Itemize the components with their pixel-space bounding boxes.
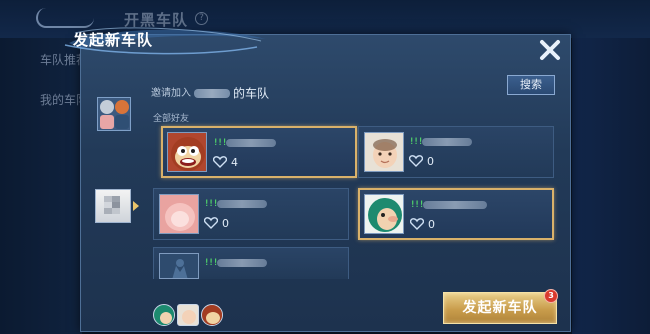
blurred-friend-name [226, 139, 276, 147]
all-friends-label: 全部好友 [153, 114, 190, 124]
monkey-cartoon-avatar [167, 132, 207, 172]
connection-signal-icon: !!! [204, 258, 218, 268]
friend-card[interactable]: !!! 0 [358, 188, 554, 240]
friend-mini-avatar [100, 115, 114, 129]
blurred-friend-name [423, 201, 487, 209]
friend-mini-avatar [115, 100, 129, 114]
intimacy-value: 4 [231, 156, 238, 169]
close-button[interactable] [537, 37, 563, 63]
intimacy-value: 0 [222, 217, 229, 230]
friend-mini-avatar [115, 115, 129, 129]
friend-card[interactable]: !!! 0 [153, 188, 349, 240]
friend-card[interactable]: !!! [153, 247, 349, 279]
connection-signal-icon: !!! [213, 138, 227, 148]
avatar[interactable] [153, 304, 175, 326]
friend-card[interactable]: !!! 4 [161, 126, 357, 178]
blurred-friend-name [217, 259, 267, 267]
new-team-dialog: 发起新车队 邀请加入 的车队 搜索 全部好友 !!! 4 !!! 0 !!! 0… [64, 27, 571, 332]
tab-friends[interactable] [97, 97, 131, 131]
team-member-avatars [153, 304, 225, 326]
invite-prefix: 邀请加入 [151, 88, 191, 99]
intimacy-value: 0 [427, 155, 434, 168]
pink-fluffy-avatar [159, 194, 199, 234]
intimacy-heart-icon [410, 218, 424, 230]
avatar[interactable] [201, 304, 223, 326]
background-sidebar [0, 38, 82, 334]
intimacy-heart-icon [204, 217, 218, 229]
friend-card[interactable]: !!! 0 [358, 126, 554, 178]
background-right-panel [572, 38, 650, 334]
pixelated-avatar-icon [104, 196, 120, 214]
invite-line: 邀请加入 的车队 [151, 84, 269, 102]
baby-photo-avatar [364, 132, 404, 172]
intimacy-value: 0 [428, 218, 435, 231]
avatar[interactable] [177, 304, 199, 326]
intimacy-heart-icon [213, 156, 227, 168]
connection-signal-icon: !!! [410, 200, 424, 210]
search-button[interactable]: 搜索 [507, 75, 555, 95]
green-cartoon-avatar [364, 194, 404, 234]
launch-team-button[interactable]: 发起新车队 [443, 292, 557, 324]
tab-recent-player[interactable] [95, 189, 131, 223]
friend-mini-avatar [100, 100, 114, 114]
invite-suffix: 的车队 [233, 86, 270, 101]
selected-tab-arrow-icon [133, 201, 139, 211]
dialog-title-banner: 发起新车队 [61, 25, 271, 61]
help-icon[interactable]: ? [195, 12, 208, 25]
connection-signal-icon: !!! [409, 137, 423, 147]
blurred-player-name [194, 88, 230, 98]
default-silhouette-avatar [159, 253, 199, 279]
friend-source-tabs [81, 71, 141, 296]
connection-signal-icon: !!! [204, 199, 218, 209]
close-icon [540, 40, 560, 60]
blurred-friend-name [422, 138, 472, 146]
dialog-title: 发起新车队 [73, 31, 154, 49]
launch-count-badge: 3 [544, 289, 558, 303]
intimacy-heart-icon [409, 155, 423, 167]
blurred-friend-name [217, 200, 267, 208]
